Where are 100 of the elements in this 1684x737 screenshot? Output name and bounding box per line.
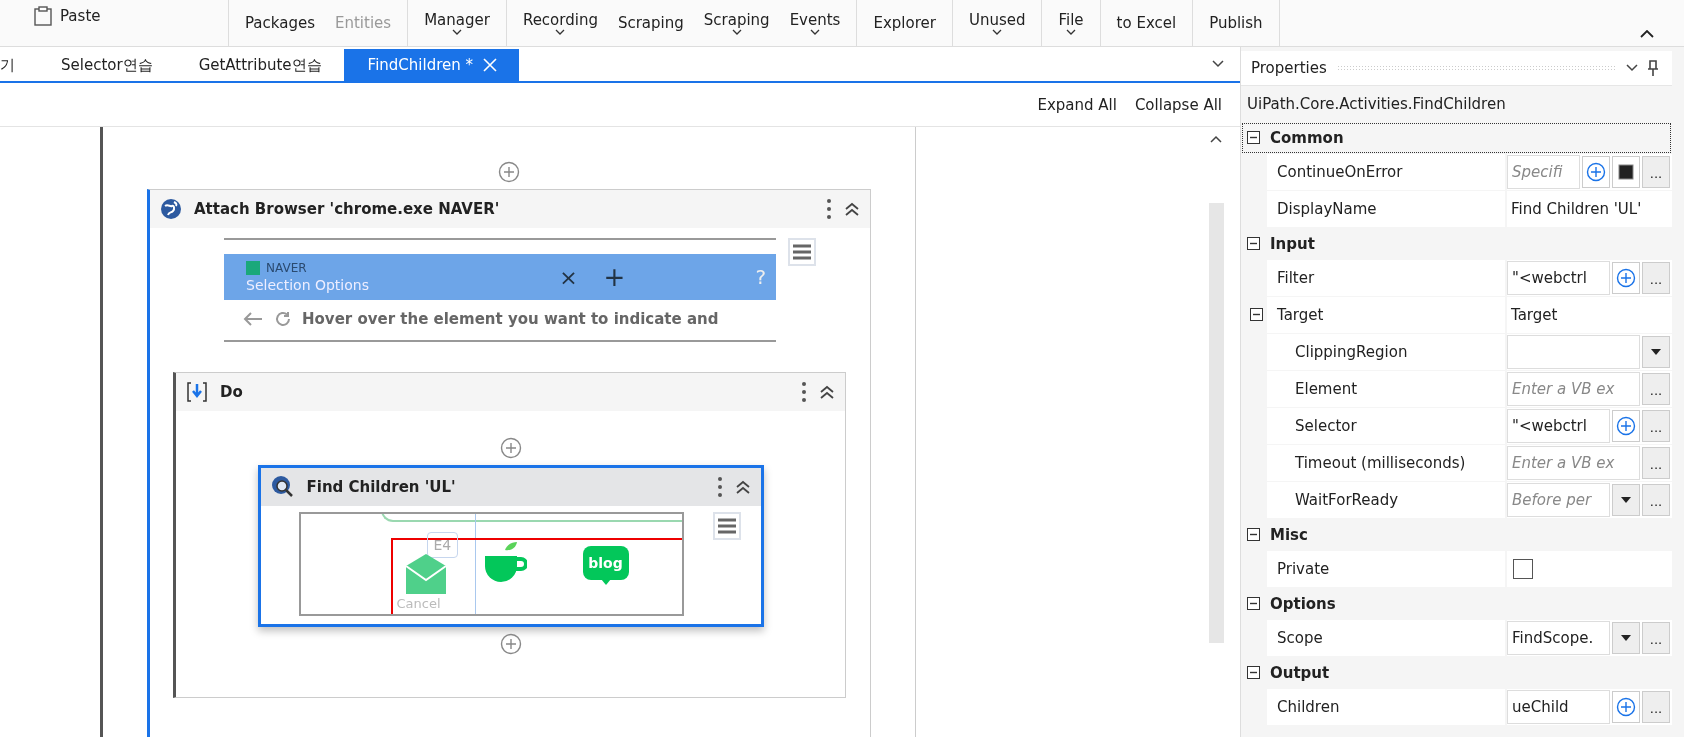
category-name: Input <box>1270 235 1315 253</box>
property-name: Children <box>1267 689 1505 725</box>
toolbar-button[interactable]: File <box>1052 0 1090 46</box>
collapse-icon[interactable] <box>819 384 835 400</box>
pin-icon[interactable] <box>1648 60 1658 76</box>
add-icon <box>1616 268 1636 288</box>
overlay-title: Selection Options <box>246 277 370 293</box>
dropdown-button[interactable] <box>1612 622 1640 654</box>
help-text: ? <box>755 265 766 289</box>
dropdown-button[interactable] <box>1612 484 1640 516</box>
toolbar-button[interactable]: Packages <box>239 0 321 46</box>
menu-button[interactable] <box>712 512 741 540</box>
value-field[interactable]: "<webctrl <box>1507 409 1610 443</box>
activity-card[interactable]: Attach Browser 'chrome.exe NAVER' NAVER Selection Options × + ? Hover over the element you want to indicate and Do Find Children 'UL' E4 blog Cancel <box>147 189 871 737</box>
dropdown-button[interactable] <box>1642 336 1670 368</box>
scroll-up-icon[interactable] <box>1210 135 1222 143</box>
value-field[interactable]: "<webctrl <box>1507 261 1610 295</box>
hint-text: Hover over the element you want to indicate and <box>302 310 719 328</box>
property-name: Selector <box>1267 408 1505 444</box>
ellipsis-button[interactable]: ... <box>1642 156 1670 188</box>
activity-card[interactable]: Find Children 'UL' E4 blog Cancel <box>257 465 764 627</box>
collapse-ribbon-icon[interactable] <box>1640 30 1654 38</box>
category-header[interactable]: Misc <box>1241 519 1672 551</box>
more-options-icon[interactable] <box>801 381 807 403</box>
add-activity-icon[interactable] <box>499 633 522 655</box>
menu-button[interactable] <box>788 238 816 266</box>
property-name: Scope <box>1267 620 1505 656</box>
document-tab[interactable]: FindChildren * <box>343 49 519 81</box>
activity-card[interactable]: Do Find Children 'UL' E4 blog Cancel <box>173 372 846 698</box>
property-name: WaitForReady <box>1267 482 1505 518</box>
property-name: Filter <box>1267 260 1505 296</box>
ellipsis-button[interactable]: ... <box>1642 447 1670 479</box>
value-field[interactable]: Before per <box>1507 483 1610 517</box>
toolbar-link[interactable]: Expand All <box>1037 95 1117 114</box>
document-tab[interactable]: 기 <box>0 49 37 81</box>
chevron-down-icon[interactable] <box>1626 64 1638 72</box>
reload-icon <box>274 310 292 328</box>
scrollbar-thumb[interactable] <box>1208 203 1224 643</box>
toolbar-button[interactable]: Scraping <box>611 0 690 46</box>
add-button[interactable] <box>1612 410 1640 442</box>
property-name: Target <box>1267 297 1505 333</box>
browser-tab-title: NAVER <box>266 261 307 275</box>
panel-title: Properties <box>1251 59 1327 77</box>
chevron-down-icon[interactable] <box>1212 60 1224 68</box>
more-options-icon[interactable] <box>826 198 832 220</box>
toolbar-link[interactable]: Collapse All <box>1134 95 1222 114</box>
value-field[interactable] <box>1507 335 1640 369</box>
toolbar-button[interactable]: Recording <box>516 0 604 46</box>
add-activity-icon[interactable] <box>499 437 522 459</box>
collapse-icon[interactable] <box>1247 665 1260 679</box>
caret-icon <box>1621 497 1631 503</box>
collapse-icon[interactable] <box>734 479 751 495</box>
checkbox[interactable] <box>1513 559 1533 579</box>
toolbar-button[interactable]: Explorer <box>867 0 942 46</box>
ellipsis-button[interactable]: ... <box>1642 691 1670 723</box>
value-field[interactable]: Enter a VB ex <box>1507 446 1640 480</box>
square-icon <box>1618 164 1634 180</box>
ellipsis-button[interactable]: ... <box>1642 484 1670 516</box>
ellipsis-button[interactable]: ... <box>1642 373 1670 405</box>
add-button[interactable] <box>1582 156 1610 188</box>
caret-icon <box>1621 635 1631 641</box>
collapse-icon[interactable] <box>1247 596 1260 610</box>
toolbar-button[interactable]: Events <box>783 0 847 46</box>
add-icon <box>1616 416 1636 436</box>
toolbar-button[interactable]: to Excel <box>1110 0 1183 46</box>
property-value: Target <box>1510 306 1558 324</box>
add-activity-icon[interactable] <box>498 161 520 183</box>
category-header[interactable]: Options <box>1241 588 1672 620</box>
category-header[interactable]: Output <box>1241 657 1672 689</box>
add-button[interactable] <box>1612 262 1640 294</box>
value-field[interactable]: FindScope. <box>1507 621 1610 655</box>
toolbar-button[interactable]: Scraping <box>697 0 776 46</box>
toolbar-button[interactable]: Unused <box>962 0 1032 46</box>
toolbar-button[interactable]: Manager <box>418 0 496 46</box>
menu-icon <box>716 518 737 534</box>
value-field[interactable]: Specifi <box>1507 155 1580 189</box>
color-swatch-button[interactable] <box>1612 156 1640 188</box>
collapse-icon[interactable] <box>1247 236 1260 250</box>
category-header[interactable]: Common <box>1241 122 1672 154</box>
document-tab[interactable]: GetAttribute연습 <box>174 49 344 81</box>
property-name: Timeout (milliseconds) <box>1267 445 1505 481</box>
property-name: Private <box>1267 551 1505 587</box>
collapse-icon[interactable] <box>1247 527 1260 541</box>
collapse-icon[interactable] <box>1249 307 1263 321</box>
collapse-icon[interactable] <box>844 201 860 217</box>
close-icon[interactable] <box>483 58 497 72</box>
collapse-icon[interactable] <box>1247 130 1260 144</box>
ellipsis-button[interactable]: ... <box>1642 410 1670 442</box>
document-tab[interactable]: Selector연습 <box>37 49 175 81</box>
ellipsis-button[interactable]: ... <box>1642 262 1670 294</box>
toolbar-button[interactable]: Paste <box>28 0 107 26</box>
category-header[interactable]: Input <box>1241 228 1672 260</box>
toolbar-button[interactable]: Publish <box>1203 0 1269 46</box>
category-name: Options <box>1270 595 1336 613</box>
more-options-icon[interactable] <box>716 476 723 498</box>
category-name: Output <box>1270 664 1330 682</box>
value-field[interactable]: Enter a VB ex <box>1507 372 1640 406</box>
add-button[interactable] <box>1612 691 1640 723</box>
ellipsis-button[interactable]: ... <box>1642 622 1670 654</box>
value-field[interactable]: ueChild <box>1507 690 1610 724</box>
